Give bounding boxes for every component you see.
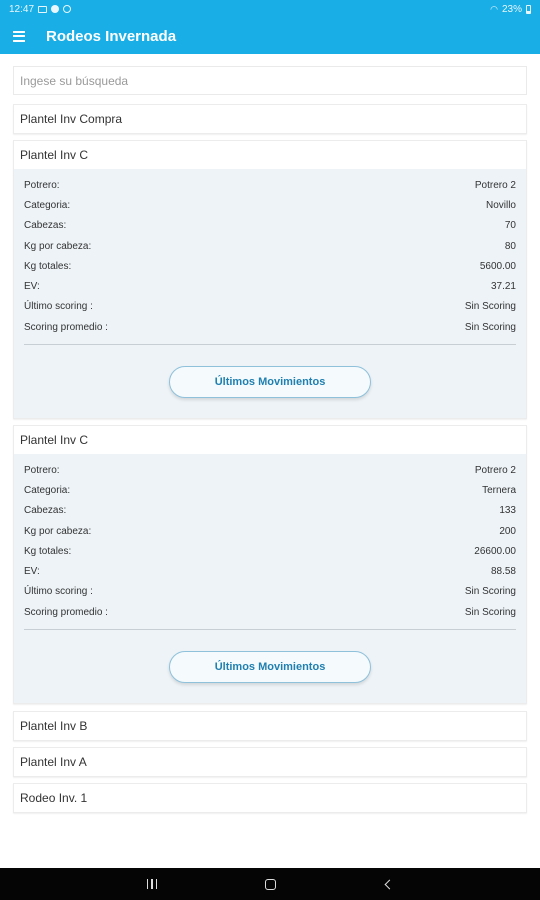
ultimos-movimientos-button[interactable]: Últimos Movimientos — [169, 366, 371, 399]
rodeo-name[interactable]: Plantel Inv C — [14, 141, 526, 169]
detail-row-potrero: Potrero: Potrero 2 — [24, 175, 516, 195]
detail-value: Potrero 2 — [474, 464, 516, 476]
rodeo-name[interactable]: Plantel Inv B — [14, 712, 526, 740]
detail-value: 70 — [504, 220, 516, 232]
detail-value: 26600.00 — [474, 545, 516, 557]
detail-value: 5600.00 — [479, 260, 516, 272]
detail-label: Último scoring : — [24, 586, 93, 598]
detail-row-scoring-promedio: Scoring promedio : Sin Scoring — [24, 602, 516, 622]
recents-icon[interactable] — [137, 869, 167, 899]
status-time: 12:47 — [9, 3, 35, 15]
detail-value: 200 — [499, 525, 516, 537]
page-title: Rodeos Invernada — [46, 27, 177, 45]
detail-label: Cabezas: — [24, 505, 67, 517]
rodeo-name[interactable]: Plantel Inv C — [14, 426, 526, 454]
detail-row-ev: EV: 37.21 — [24, 276, 516, 296]
app-bar: Rodeos Invernada — [0, 18, 540, 54]
detail-row-categoria: Categoria: Novillo — [24, 195, 516, 215]
detail-value: 80 — [504, 240, 516, 252]
detail-label: Kg totales: — [24, 545, 72, 557]
detail-label: Scoring promedio : — [24, 606, 108, 618]
detail-label: Potrero: — [24, 464, 60, 476]
detail-row-potrero: Potrero: Potrero 2 — [24, 460, 516, 480]
wifi-icon: ◠ — [490, 3, 498, 14]
notification-icon — [51, 5, 60, 13]
detail-label: Kg por cabeza: — [24, 525, 92, 537]
list-item-expanded[interactable]: Plantel Inv C Potrero: Potrero 2 Categor… — [13, 140, 527, 420]
detail-value: Potrero 2 — [474, 179, 516, 191]
rodeo-details: Potrero: Potrero 2 Categoria: Ternera Ca… — [14, 454, 526, 704]
detail-row-cabezas: Cabezas: 133 — [24, 501, 516, 521]
detail-label: EV: — [24, 281, 40, 293]
search-input[interactable] — [20, 73, 520, 88]
system-navigation-bar — [0, 868, 540, 900]
battery-icon — [526, 4, 531, 14]
status-bar: 12:47 ◠ 23% — [0, 0, 540, 18]
detail-row-kg-totales: Kg totales: 5600.00 — [24, 256, 516, 276]
detail-row-cabezas: Cabezas: 70 — [24, 216, 516, 236]
detail-label: Potrero: — [24, 179, 60, 191]
detail-row-ultimo-scoring: Último scoring : Sin Scoring — [24, 582, 516, 602]
battery-level: 23% — [501, 3, 522, 15]
rodeo-name[interactable]: Rodeo Inv. 1 — [14, 784, 526, 812]
ultimos-movimientos-button[interactable]: Últimos Movimientos — [169, 651, 371, 684]
detail-row-kg-por-cabeza: Kg por cabeza: 80 — [24, 236, 516, 256]
detail-label: Categoria: — [24, 484, 71, 496]
detail-value: 88.58 — [490, 566, 516, 578]
detail-value: Ternera — [482, 484, 516, 496]
detail-label: Cabezas: — [24, 220, 67, 232]
detail-row-kg-totales: Kg totales: 26600.00 — [24, 541, 516, 561]
detail-value: Sin Scoring — [464, 586, 516, 598]
detail-value: 37.21 — [490, 281, 516, 293]
detail-row-ultimo-scoring: Último scoring : Sin Scoring — [24, 297, 516, 317]
detail-value: 133 — [499, 505, 516, 517]
rodeo-name[interactable]: Plantel Inv A — [14, 748, 526, 776]
detail-label: Kg por cabeza: — [24, 240, 92, 252]
list-item-expanded[interactable]: Plantel Inv C Potrero: Potrero 2 Categor… — [13, 425, 527, 705]
list-item[interactable]: Rodeo Inv. 1 — [13, 783, 527, 813]
detail-value: Sin Scoring — [464, 301, 516, 313]
detail-row-categoria: Categoria: Ternera — [24, 480, 516, 500]
detail-value: Sin Scoring — [464, 321, 516, 333]
rodeo-name[interactable]: Plantel Inv Compra — [14, 105, 526, 133]
detail-label: Kg totales: — [24, 260, 72, 272]
detail-row-ev: EV: 88.58 — [24, 561, 516, 581]
detail-value: Sin Scoring — [464, 606, 516, 618]
hamburger-menu-icon[interactable] — [1, 18, 37, 54]
list-item[interactable]: Plantel Inv A — [13, 747, 527, 777]
back-icon[interactable] — [373, 869, 403, 899]
detail-row-scoring-promedio: Scoring promedio : Sin Scoring — [24, 317, 516, 337]
gallery-icon — [38, 5, 48, 13]
search-field[interactable] — [13, 66, 527, 95]
detail-label: EV: — [24, 566, 40, 578]
rodeo-details: Potrero: Potrero 2 Categoria: Novillo Ca… — [14, 169, 526, 419]
list-item[interactable]: Plantel Inv Compra — [13, 104, 527, 134]
home-icon[interactable] — [255, 869, 285, 899]
detail-label: Categoria: — [24, 199, 71, 211]
list-item[interactable]: Plantel Inv B — [13, 711, 527, 741]
detail-value: Novillo — [485, 199, 516, 211]
detail-row-kg-por-cabeza: Kg por cabeza: 200 — [24, 521, 516, 541]
sync-icon — [63, 5, 72, 13]
detail-label: Último scoring : — [24, 301, 93, 313]
detail-label: Scoring promedio : — [24, 321, 108, 333]
